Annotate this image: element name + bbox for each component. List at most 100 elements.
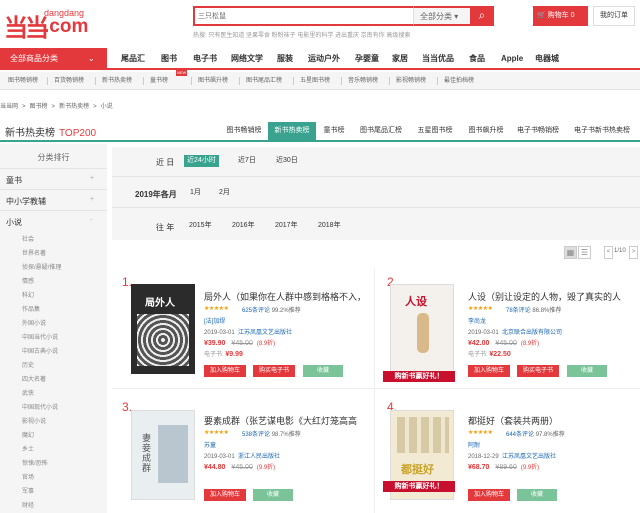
add-to-cart-button[interactable]: 加入购物车 xyxy=(204,489,246,501)
favorite-button[interactable]: 收藏 xyxy=(253,489,293,501)
sidebar-subcat[interactable]: 社会 xyxy=(22,234,34,243)
subnav-item[interactable]: 新书热卖榜 xyxy=(102,72,132,90)
sidebar-subcat[interactable]: 科幻 xyxy=(22,290,34,299)
search-button[interactable]: ⌕ xyxy=(470,6,494,26)
sidebar-subcat[interactable]: 情感 xyxy=(22,276,34,285)
dangdang-logo[interactable]: 当当 dangdang .com xyxy=(4,6,110,42)
collapse-icon[interactable]: - xyxy=(90,217,92,224)
book-cover[interactable]: 人设 xyxy=(390,284,454,374)
author-link[interactable]: 苏童 xyxy=(204,443,216,449)
nav-item-books[interactable]: 图书 xyxy=(161,48,177,70)
promo-banner[interactable]: 购新书赢好礼！ xyxy=(383,371,455,382)
nav-item-apple[interactable]: Apple xyxy=(501,48,523,70)
filter-option-2018[interactable]: 2018年 xyxy=(318,220,341,232)
sidebar-subcat[interactable]: 官场 xyxy=(22,472,34,481)
subnav-item[interactable]: 五星图书榜 xyxy=(300,72,330,90)
search-category-select[interactable]: 全部分类 ▾ xyxy=(413,6,471,26)
nav-item-clothing[interactable]: 服装 xyxy=(277,48,293,70)
publisher-link[interactable]: 江苏凤凰文艺出版社 xyxy=(502,454,556,460)
publisher-link[interactable]: 浙江人民出版社 xyxy=(238,454,280,460)
subnav-item[interactable]: 音乐畅销榜 xyxy=(348,72,378,90)
subnav-item[interactable]: 最佳拍档榜 xyxy=(444,72,474,90)
subnav-item[interactable]: 图书畅销榜 xyxy=(8,72,38,90)
review-count[interactable]: 538条评论 xyxy=(242,432,270,438)
filter-option-7d[interactable]: 近7日 xyxy=(238,155,256,167)
book-cover[interactable]: 局外人 xyxy=(131,284,195,374)
nav-item-youpin[interactable]: 当当优品 xyxy=(422,48,454,70)
author-link[interactable]: 阿耐 xyxy=(468,443,480,449)
book-title[interactable]: 局外人（如果你在人群中感到格格不入， xyxy=(204,290,374,303)
expand-icon[interactable]: + xyxy=(90,175,94,182)
tab-five-star[interactable]: 五星图书榜 xyxy=(410,122,460,140)
grid-view-icon[interactable]: ▦ xyxy=(564,246,577,259)
sidebar-subcat[interactable]: 世界名著 xyxy=(22,248,46,257)
buy-ebook-button[interactable]: 购买电子书 xyxy=(517,365,559,377)
tab-ebook-best[interactable]: 电子书畅销榜 xyxy=(512,122,564,140)
review-count[interactable]: 625条评论 xyxy=(242,308,270,314)
tab-children[interactable]: 童书榜 xyxy=(316,122,352,140)
my-orders-button[interactable]: 我的订单 xyxy=(593,6,635,26)
sidebar-subcat[interactable]: 作品集 xyxy=(22,304,40,313)
tab-rising[interactable]: 图书飙升榜 xyxy=(460,122,512,140)
favorite-button[interactable]: 收藏 xyxy=(517,489,557,501)
filter-option-jan[interactable]: 1月 xyxy=(190,187,201,199)
tab-bestseller[interactable]: 图书畅销榜 xyxy=(220,122,268,140)
all-categories-button[interactable]: 全部商品分类 ⌄ xyxy=(0,48,107,70)
breadcrumb-ranking[interactable]: 图书榜 xyxy=(30,104,48,110)
breadcrumb-newbooks[interactable]: 新书热卖榜 xyxy=(59,104,89,110)
sidebar-subcat[interactable]: 中国古典小说 xyxy=(22,346,58,355)
subnav-item[interactable]: 图书尾品汇榜 xyxy=(246,72,282,90)
nav-item-appliances[interactable]: 电器城 xyxy=(535,48,559,70)
sidebar-subcat[interactable]: 军事 xyxy=(22,486,34,495)
add-to-cart-button[interactable]: 加入购物车 xyxy=(468,489,510,501)
favorite-button[interactable]: 收藏 xyxy=(567,365,607,377)
sidebar-subcat[interactable]: 魔幻 xyxy=(22,430,34,439)
tab-new-books[interactable]: 新书热卖榜 xyxy=(268,122,316,140)
book-title[interactable]: 人设（别让设定的人物，毁了真实的人 xyxy=(468,290,638,303)
subnav-item[interactable]: 百货畅销榜 xyxy=(54,72,84,90)
review-count[interactable]: 78条评论 xyxy=(506,308,531,314)
filter-option-24h[interactable]: 近24小时 xyxy=(184,155,219,167)
next-page-button[interactable]: > xyxy=(629,246,638,259)
review-count[interactable]: 644条评论 xyxy=(506,432,534,438)
book-title[interactable]: 要素成群（张艺谋电影《大红灯笼高高 xyxy=(204,414,374,427)
search-input[interactable]: 三只松鼠 xyxy=(193,6,413,26)
prev-page-button[interactable]: < xyxy=(604,246,613,259)
nav-item-food[interactable]: 食品 xyxy=(469,48,485,70)
sidebar-cat-children[interactable]: 童书 xyxy=(6,175,22,186)
subnav-item[interactable]: 图书飙升榜 xyxy=(198,72,228,90)
nav-item-ebooks[interactable]: 电子书 xyxy=(193,48,217,70)
expand-icon[interactable]: + xyxy=(90,196,94,203)
sidebar-subcat[interactable]: 中国现代小说 xyxy=(22,402,58,411)
nav-item-weipinhui[interactable]: 尾品汇 xyxy=(121,48,145,70)
tab-ebook-new[interactable]: 电子书新书热卖榜 xyxy=(564,122,640,140)
cart-button[interactable]: 🛒 购物车 0 xyxy=(533,6,588,26)
list-view-icon[interactable]: ☰ xyxy=(578,246,591,259)
sidebar-subcat[interactable]: 惊悚/恐怖 xyxy=(22,458,48,467)
publisher-link[interactable]: 江苏凤凰文艺出版社 xyxy=(238,330,292,336)
sidebar-subcat[interactable]: 武侠 xyxy=(22,388,34,397)
author-link[interactable]: 李尚龙 xyxy=(468,319,486,325)
sidebar-subcat[interactable]: 财经 xyxy=(22,500,34,509)
nav-item-outdoor[interactable]: 运动户外 xyxy=(308,48,340,70)
nav-item-home[interactable]: 家居 xyxy=(392,48,408,70)
filter-option-30d[interactable]: 近30日 xyxy=(276,155,298,167)
filter-option-2017[interactable]: 2017年 xyxy=(275,220,298,232)
sidebar-subcat[interactable]: 乡土 xyxy=(22,444,34,453)
filter-option-2015[interactable]: 2015年 xyxy=(189,220,212,232)
hot-search-list[interactable]: 热搜: 只有医生知道 坚果零食 粉粉袜子 电影里的科学 进出重庆 京南有你 高级… xyxy=(193,30,410,39)
sidebar-subcat[interactable]: 历史 xyxy=(22,360,34,369)
subnav-item[interactable]: 影视畅销榜 xyxy=(396,72,426,90)
breadcrumb-home[interactable]: 当当网 xyxy=(0,104,18,110)
sidebar-subcat[interactable]: 中国当代小说 xyxy=(22,332,58,341)
filter-option-2016[interactable]: 2016年 xyxy=(232,220,255,232)
sidebar-subcat[interactable]: 侦探/悬疑/推理 xyxy=(22,262,61,271)
favorite-button[interactable]: 收藏 xyxy=(303,365,343,377)
nav-item-baby[interactable]: 孕婴童 xyxy=(355,48,379,70)
subnav-item[interactable]: 童书榜 NEW xyxy=(150,70,188,90)
add-to-cart-button[interactable]: 加入购物车 xyxy=(204,365,246,377)
promo-banner[interactable]: 购新书赢好礼！ xyxy=(383,481,455,492)
book-title[interactable]: 都挺好（套装共两册） xyxy=(468,414,638,427)
nav-item-web-lit[interactable]: 网络文学 xyxy=(231,48,263,70)
filter-option-feb[interactable]: 2月 xyxy=(219,187,230,199)
